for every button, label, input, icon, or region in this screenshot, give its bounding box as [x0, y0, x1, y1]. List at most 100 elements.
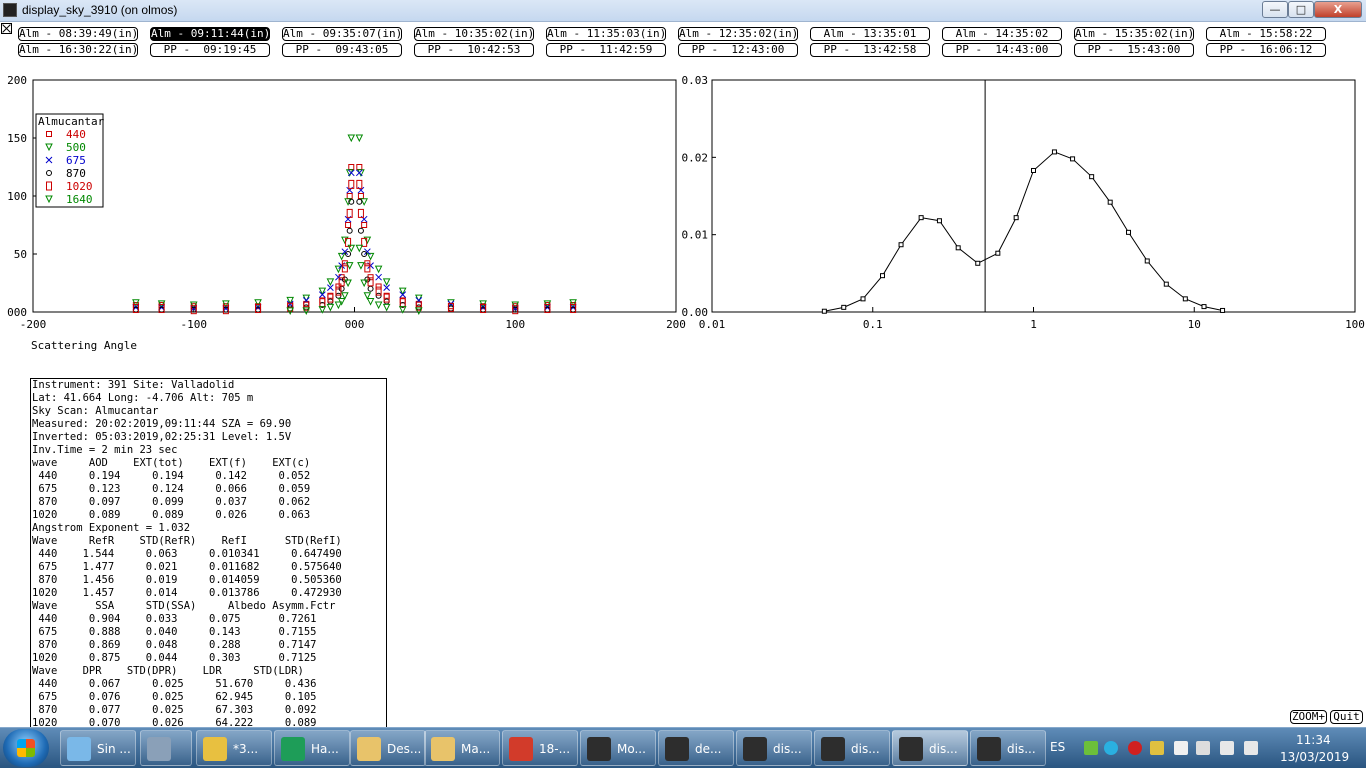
data-point — [355, 134, 364, 143]
update-icon[interactable] — [1150, 741, 1164, 755]
taskbar-item[interactable]: Ha... — [274, 730, 350, 766]
info-line: Inv.Time = 2 min 23 sec — [32, 444, 178, 456]
data-point — [357, 193, 364, 199]
taskbar-item[interactable]: Mo... — [580, 730, 656, 766]
info-line: 870 1.456 0.019 0.014059 0.505360 — [32, 574, 342, 586]
taskbar-item[interactable]: Des... — [350, 730, 426, 766]
language-indicator[interactable]: ES — [1050, 740, 1065, 754]
scan-button[interactable]: Alm - 14:35:02 — [942, 27, 1062, 41]
y-tick-label: 100 — [7, 190, 27, 203]
scan-button[interactable]: Alm - 09:35:07(in) — [282, 27, 402, 41]
scan-button[interactable]: Alm - 09:11:44(in) — [150, 27, 270, 41]
scan-button[interactable]: PP - 15:43:00 — [1074, 43, 1194, 57]
data-point — [355, 244, 364, 253]
scan-button[interactable]: PP - 09:19:45 — [150, 43, 270, 57]
info-line: 440 0.067 0.025 51.670 0.436 — [32, 678, 317, 690]
taskbar-item-label: Ma... — [461, 742, 491, 756]
data-point — [936, 218, 942, 224]
scan-button[interactable]: Alm - 08:39:49(in) — [18, 27, 138, 41]
info-line: 870 0.869 0.048 0.288 0.7147 — [32, 639, 317, 651]
x-axis-label: Scattering Angle — [31, 339, 137, 352]
clock-time[interactable]: 11:34 — [1296, 733, 1331, 747]
skype-icon[interactable] — [1104, 741, 1118, 755]
scan-button[interactable]: Alm - 16:30:22(in) — [18, 43, 138, 57]
data-point — [335, 273, 342, 281]
data-point — [363, 292, 372, 300]
info-line: 440 0.194 0.194 0.142 0.052 — [32, 470, 311, 482]
flag-icon[interactable] — [1174, 741, 1188, 755]
signal-icon[interactable] — [1220, 741, 1234, 755]
data-point — [374, 265, 383, 274]
taskbar-item[interactable]: 18-... — [502, 730, 578, 766]
scan-button[interactable]: PP - 13:42:58 — [810, 43, 930, 57]
scan-button[interactable]: PP - 12:43:00 — [678, 43, 798, 57]
data-point — [318, 291, 326, 298]
scan-button[interactable]: Alm - 12:35:02(in) — [678, 27, 798, 41]
folder-icon — [357, 737, 381, 761]
scan-button[interactable]: Alm - 13:35:01 — [810, 27, 930, 41]
device-icon[interactable] — [1196, 741, 1210, 755]
terminal-icon — [587, 737, 611, 761]
info-line: 675 0.123 0.124 0.066 0.059 — [32, 483, 311, 495]
scan-button[interactable]: Alm - 10:35:02(in) — [414, 27, 534, 41]
taskbar-item-label: dis... — [1007, 742, 1036, 756]
info-line: Measured: 20:02:2019,09:11:44 SZA = 69.9… — [32, 418, 292, 430]
taskbar-item[interactable]: Sin ... — [60, 730, 136, 766]
data-point — [318, 287, 327, 296]
taskbar-item-label: Ha... — [311, 742, 339, 756]
inversion-info-panel: Instrument: 391 Site: Valladolid Lat: 41.… — [30, 378, 387, 728]
scan-button[interactable]: Alm - 11:35:03(in) — [546, 27, 666, 41]
taskbar-item[interactable]: dis... — [814, 730, 890, 766]
start-button[interactable] — [3, 729, 49, 767]
x-tick-label: 000 — [345, 318, 365, 331]
volume-icon[interactable] — [1244, 741, 1258, 755]
info-line: Wave RefR STD(RefR) RefI STD(RefI) — [32, 535, 342, 547]
scan-button[interactable]: PP - 14:43:00 — [942, 43, 1062, 57]
info-line: Wave SSA STD(SSA) Albedo Asymm.Fctr — [32, 600, 336, 612]
data-point — [347, 134, 356, 143]
clock-date[interactable]: 13/03/2019 — [1280, 750, 1349, 764]
data-point — [1163, 281, 1169, 287]
sticky-notes-icon — [67, 737, 91, 761]
scan-button[interactable]: PP - 11:42:59 — [546, 43, 666, 57]
zoom-button[interactable]: ZOOM+ — [1290, 710, 1327, 724]
data-point — [356, 198, 363, 205]
scan-button[interactable]: PP - 16:06:12 — [1206, 43, 1326, 57]
info-line: 675 0.076 0.025 62.945 0.105 — [32, 691, 317, 703]
network-shield-icon[interactable] — [1084, 741, 1098, 755]
scan-button[interactable]: Alm - 15:58:22 — [1206, 27, 1326, 41]
chrome-icon — [203, 737, 227, 761]
data-point — [399, 291, 407, 298]
taskbar-item[interactable]: dis... — [892, 730, 968, 766]
taskbar-item[interactable]: de... — [658, 730, 734, 766]
data-point — [341, 263, 348, 273]
taskbar-item[interactable]: dis... — [970, 730, 1046, 766]
data-point — [355, 169, 363, 177]
data-point — [364, 260, 371, 267]
data-point — [348, 164, 355, 170]
window-menu-icon[interactable] — [1, 23, 12, 34]
data-point — [347, 169, 355, 177]
legend-label: 1020 — [66, 180, 93, 193]
calculator-icon — [147, 737, 171, 761]
data-point — [375, 292, 382, 299]
x-tick-label: -100 — [181, 318, 208, 331]
data-point — [367, 285, 374, 292]
taskbar-item[interactable]: dis... — [736, 730, 812, 766]
taskbar-item[interactable] — [140, 730, 192, 766]
scan-button[interactable]: Alm - 15:35:02(in) — [1074, 27, 1194, 41]
taskbar-item[interactable]: Ma... — [424, 730, 500, 766]
close-button[interactable]: X — [1314, 1, 1362, 18]
taskbar-item-label: dis... — [773, 742, 802, 756]
scan-button[interactable]: PP - 10:42:53 — [414, 43, 534, 57]
maximize-button[interactable]: □ — [1288, 1, 1314, 18]
data-point — [375, 273, 382, 281]
quit-button[interactable]: Quit — [1330, 710, 1363, 724]
y-tick-label: 0.02 — [682, 151, 709, 164]
data-point — [995, 250, 1001, 256]
scan-button[interactable]: PP - 09:43:05 — [282, 43, 402, 57]
y-tick-label: 0.03 — [682, 74, 709, 87]
alert-icon[interactable] — [1128, 741, 1142, 755]
taskbar-item[interactable]: *3... — [196, 730, 272, 766]
minimize-button[interactable]: — — [1262, 1, 1288, 18]
